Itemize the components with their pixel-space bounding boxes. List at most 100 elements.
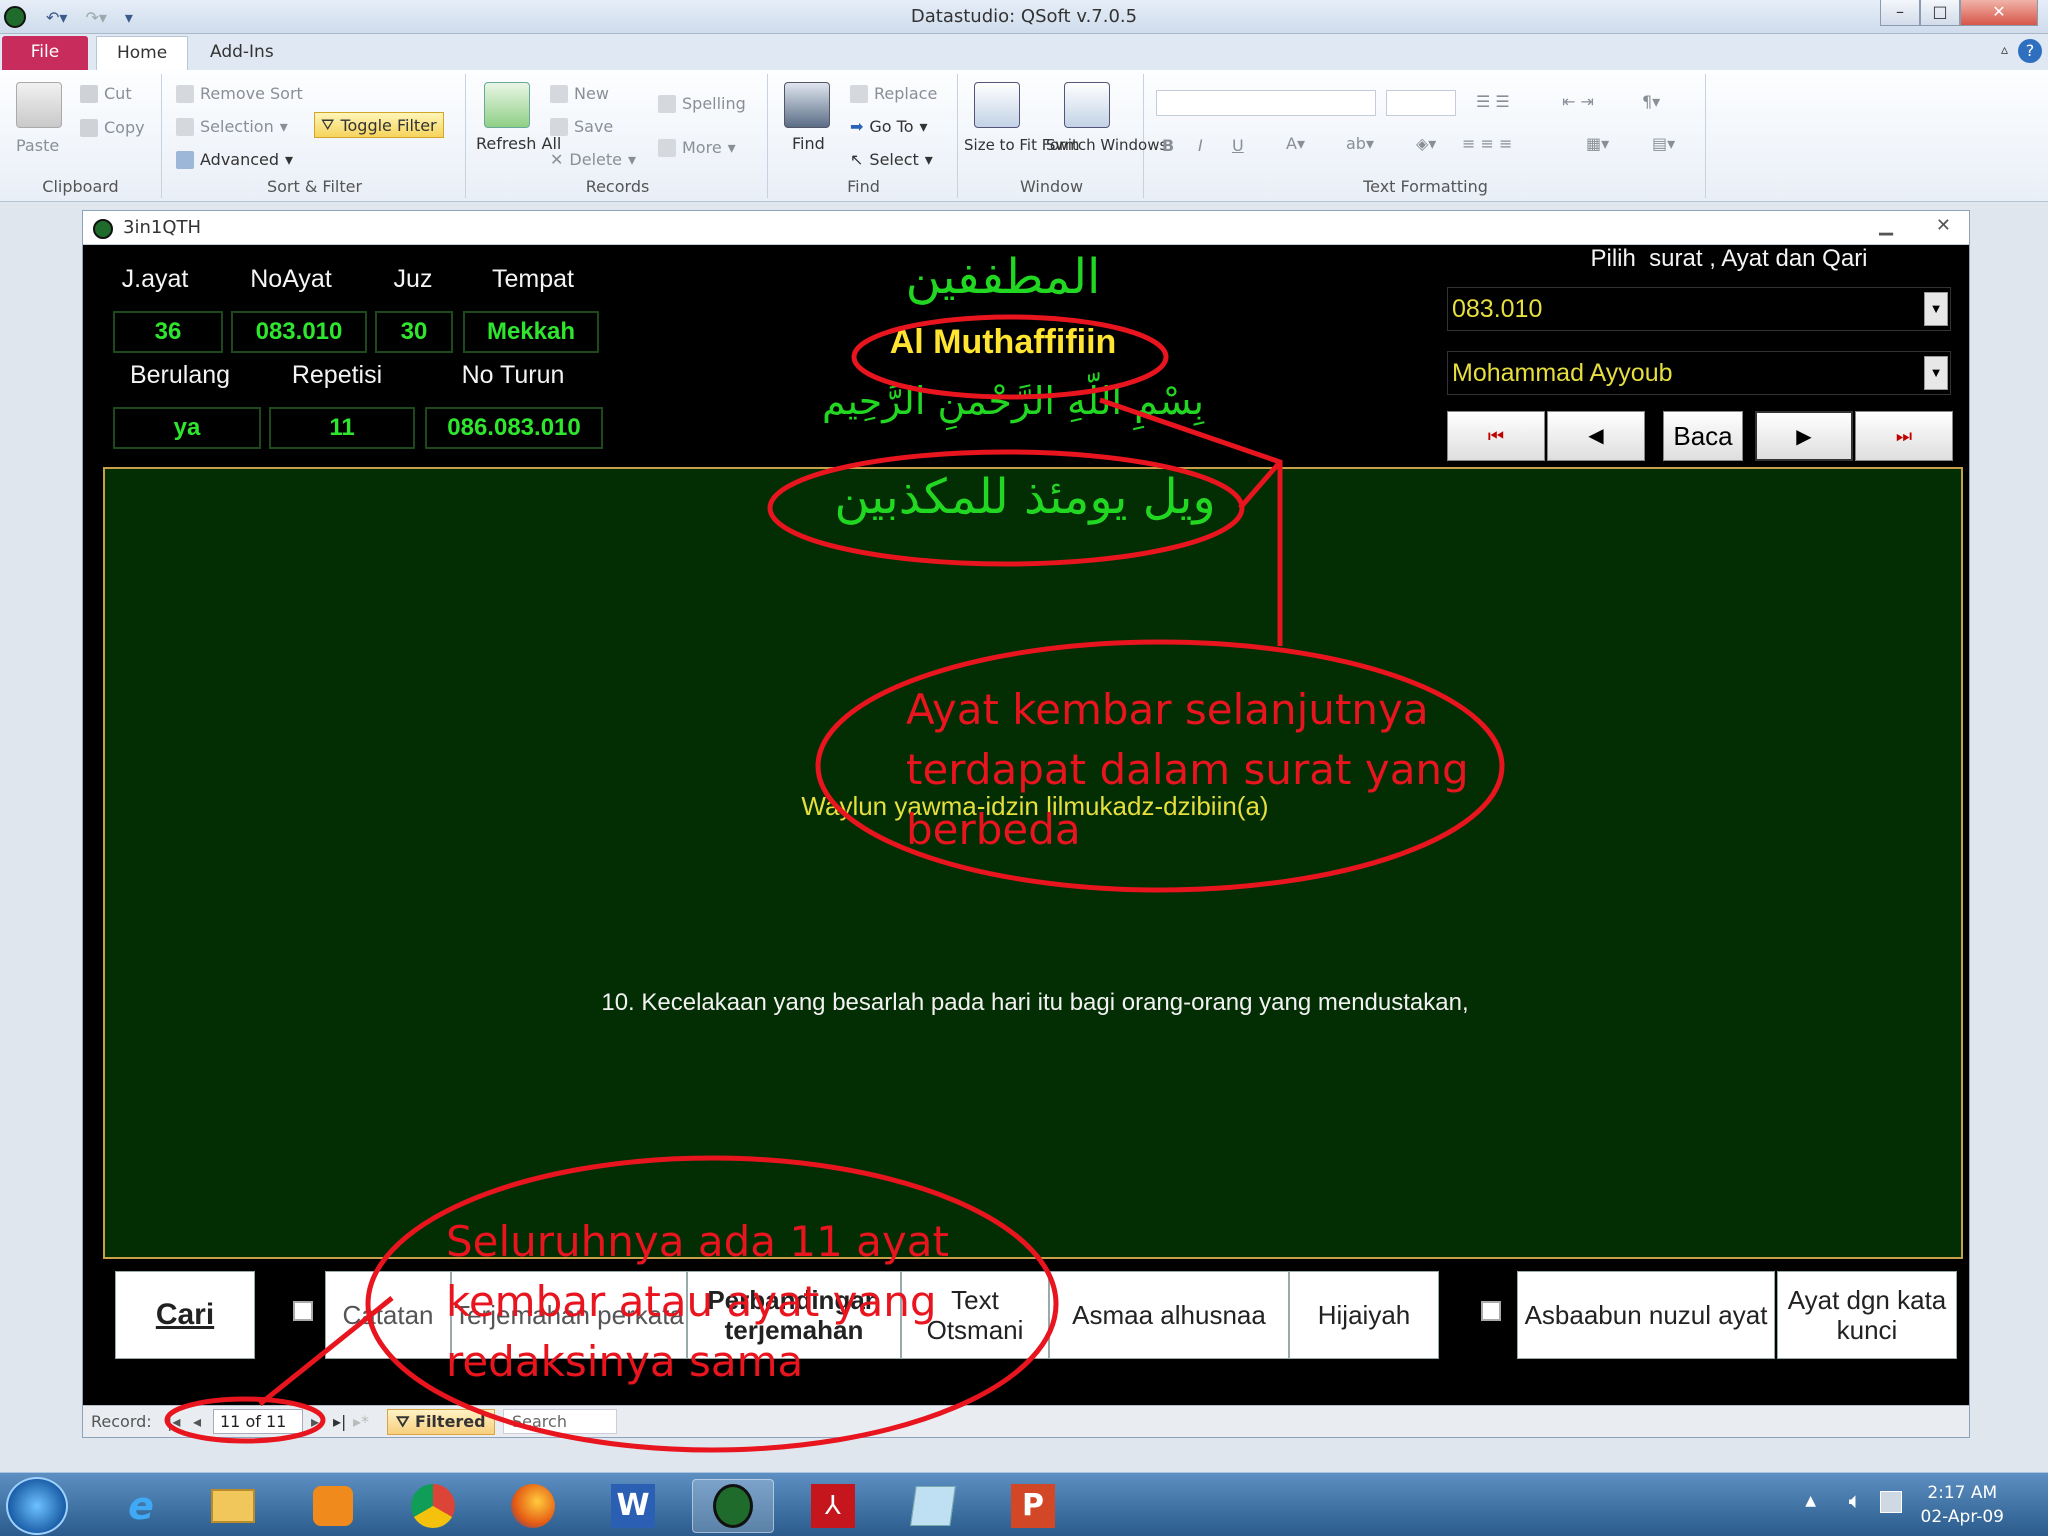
media-player-taskbar-icon[interactable] [292, 1479, 374, 1533]
align-icons[interactable]: ≡ ≡ ≡ [1462, 134, 1512, 153]
asbaabun-nuzul-button[interactable]: Asbaabun nuzul ayat [1517, 1271, 1775, 1359]
asbaabun-checkbox[interactable] [1481, 1301, 1501, 1321]
read-button[interactable]: Baca [1663, 411, 1743, 461]
chevron-down-icon[interactable]: ▼ [1924, 356, 1948, 390]
save-record-button[interactable]: Save [550, 117, 613, 136]
repetisi-field[interactable]: 11 [269, 407, 415, 449]
firefox-taskbar-icon[interactable] [492, 1479, 574, 1533]
previous-record-icon[interactable]: ◂ [193, 1412, 201, 1431]
current-record-field[interactable]: 11 of 11 [213, 1409, 303, 1434]
volume-icon[interactable]: 🔈︎ [1849, 1489, 1862, 1514]
toggle-filter-button[interactable]: ⛛ Toggle Filter [314, 112, 444, 138]
first-record-icon[interactable]: |◂ [167, 1412, 180, 1431]
go-to-label: Go To [869, 117, 914, 136]
notes-taskbar-icon[interactable] [892, 1479, 974, 1533]
tab-home[interactable]: Home [96, 36, 189, 70]
maximize-button[interactable]: □ [1920, 0, 1960, 26]
underline-button[interactable]: U [1232, 136, 1244, 155]
remove-sort-label: Remove Sort [200, 84, 303, 103]
acrobat-taskbar-icon[interactable]: ⅄ [792, 1479, 874, 1533]
berulang-field[interactable]: ya [113, 407, 261, 449]
ayat-translation: 10. Kecelakaan yang besarlah pada hari i… [601, 989, 1469, 1016]
remove-sort-button[interactable]: Remove Sort [176, 84, 303, 103]
bold-button[interactable]: B [1162, 136, 1174, 155]
cari-button[interactable]: Cari [115, 1271, 255, 1359]
find-button[interactable]: Find [792, 134, 825, 153]
tab-file[interactable]: File [2, 36, 88, 70]
alternate-row-icon[interactable]: ▤▾ [1652, 134, 1675, 153]
next-ayat-button[interactable]: ▶ [1755, 411, 1853, 461]
noayat-field[interactable]: 083.010 [231, 311, 367, 353]
delete-record-button[interactable]: ✕ Delete ▾ [550, 150, 636, 169]
last-ayat-button[interactable]: ⏭ [1855, 411, 1953, 461]
refresh-all-button[interactable]: Refresh All [476, 134, 561, 153]
spelling-button[interactable]: Spelling [658, 94, 746, 113]
qari-select[interactable]: Mohammad Ayyoub ▼ [1447, 351, 1951, 395]
font-size-combo[interactable] [1386, 90, 1456, 116]
gridlines-icon[interactable]: ▦▾ [1586, 134, 1609, 153]
file-explorer-taskbar-icon[interactable] [192, 1479, 274, 1533]
new-record-button[interactable]: New [550, 84, 609, 103]
start-button[interactable] [6, 1477, 68, 1535]
jayat-field[interactable]: 36 [113, 311, 223, 353]
catatan-button[interactable]: Catatan [325, 1271, 451, 1359]
last-record-icon[interactable]: ▸| [333, 1412, 346, 1431]
minimize-button[interactable]: – [1880, 0, 1920, 26]
first-ayat-button[interactable]: ⏮ [1447, 411, 1545, 461]
hijaiyah-button[interactable]: Hijaiyah [1289, 1271, 1439, 1359]
copy-button[interactable]: Copy [80, 118, 145, 137]
form-close-button[interactable]: ✕ [1936, 215, 1951, 236]
network-icon[interactable] [1880, 1491, 1902, 1513]
catatan-checkbox[interactable] [293, 1301, 313, 1321]
tray-expand-icon[interactable]: ▲ [1805, 1493, 1816, 1509]
chrome-taskbar-icon[interactable] [392, 1479, 474, 1533]
new-record-icon[interactable]: ▸* [353, 1412, 369, 1431]
help-icon[interactable]: ? [2018, 39, 2042, 63]
cut-button[interactable]: Cut [80, 84, 132, 103]
clock[interactable]: 2:17 AM 02-Apr-09 [1921, 1481, 2004, 1529]
paragraph-icon[interactable]: ¶▾ [1642, 92, 1660, 111]
internet-explorer-taskbar-icon[interactable]: e [100, 1479, 182, 1533]
qsoft-taskbar-icon[interactable] [692, 1479, 774, 1533]
ayat-kata-kunci-button[interactable]: Ayat dgn kata kunci [1777, 1271, 1957, 1359]
paste-icon[interactable] [16, 82, 62, 128]
text-formatting-label: Text Formatting [1363, 177, 1488, 196]
filtered-indicator[interactable]: ⛛ Filtered [387, 1409, 495, 1435]
switch-windows-button[interactable]: Switch Windows [1046, 136, 1167, 155]
word-taskbar-icon[interactable]: W [592, 1479, 674, 1533]
selection-button[interactable]: Selection ▾ [176, 117, 288, 136]
no-turun-field[interactable]: 086.083.010 [425, 407, 603, 449]
chevron-down-icon[interactable]: ▼ [1924, 292, 1948, 326]
font-color-icon[interactable]: A▾ [1286, 134, 1305, 153]
advanced-filter-icon [176, 150, 194, 169]
next-record-icon[interactable]: ▸ [311, 1412, 319, 1431]
record-search-input[interactable]: Search [503, 1409, 617, 1434]
delete-label: Delete [569, 150, 622, 169]
form-minimize-button[interactable]: ▁ [1879, 215, 1893, 236]
tab-add-ins[interactable]: Add-Ins [190, 36, 294, 70]
form-icon [93, 219, 113, 239]
tempat-field[interactable]: Mekkah [463, 311, 599, 353]
replace-button[interactable]: Replace [850, 84, 937, 103]
prev-ayat-button[interactable]: ◀ [1547, 411, 1645, 461]
close-button[interactable]: ✕ [1960, 0, 2038, 26]
advanced-button[interactable]: Advanced ▾ [176, 150, 293, 169]
fill-color-icon[interactable]: ◈▾ [1416, 134, 1436, 153]
go-to-button[interactable]: ➡ Go To ▾ [850, 117, 928, 136]
highlight-icon[interactable]: ab▾ [1346, 134, 1374, 153]
paste-button[interactable]: Paste [16, 136, 59, 155]
record-label: Record: [91, 1412, 152, 1431]
ayat-select[interactable]: 083.010 ▼ [1447, 287, 1951, 331]
indent-icon[interactable]: ⇤ ⇥ [1562, 92, 1594, 111]
more-button[interactable]: More ▾ [658, 138, 736, 157]
juz-field[interactable]: 30 [375, 311, 453, 353]
window-label: Window [1019, 177, 1084, 196]
bullets-icon[interactable]: ☰ ☰ [1476, 92, 1510, 111]
size-to-fit-button[interactable]: Size to Fit Form [964, 136, 1080, 155]
select-button[interactable]: ↖ Select ▾ [850, 150, 933, 169]
asmaa-alhusnaa-button[interactable]: Asmaa alhusnaa [1049, 1271, 1289, 1359]
font-name-combo[interactable] [1156, 90, 1376, 116]
powerpoint-taskbar-icon[interactable]: P [992, 1479, 1074, 1533]
italic-button[interactable]: I [1198, 136, 1203, 155]
minimize-ribbon-icon[interactable]: ▵ [2001, 42, 2008, 58]
